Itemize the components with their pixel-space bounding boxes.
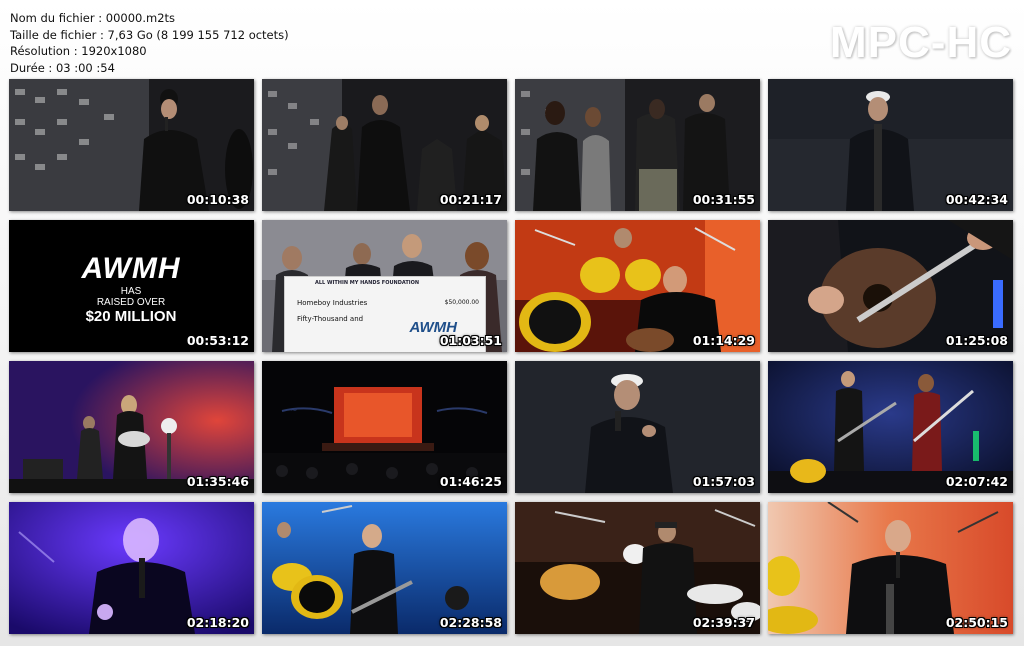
thumbnail-11[interactable]: 01:57:03 xyxy=(515,361,760,493)
awmh-line-3: $20 MILLION xyxy=(85,308,177,325)
timestamp-label: 02:28:58 xyxy=(439,615,502,630)
file-name-line: Nom du fichier : 00000.m2ts xyxy=(10,11,176,25)
svg-text:~: ~ xyxy=(290,406,298,416)
check-payee: Homeboy Industries xyxy=(297,299,368,307)
duration-line: Durée : 03 :00 :54 xyxy=(10,60,115,75)
check-amount-words: Fifty-Thousand and xyxy=(297,315,364,323)
thumbnail-16[interactable]: 02:50:15 xyxy=(768,502,1013,634)
awmh-line-2: RAISED OVER xyxy=(96,297,166,308)
mpc-hc-logo: MPC-HC xyxy=(830,18,1012,67)
file-size-line: Taille de fichier : 7,63 Go (8 199 155 7… xyxy=(10,27,289,42)
thumbnail-3[interactable]: 00:31:55 xyxy=(515,79,760,211)
thumbnail-9[interactable]: 01:35:46 xyxy=(9,361,254,493)
file-info-panel: Nom du fichier : 00000.m2ts Taille de fi… xyxy=(10,10,289,76)
thumbnail-4[interactable]: 00:42:34 xyxy=(768,79,1013,211)
timestamp-label: 01:03:51 xyxy=(439,333,502,348)
timestamp-label: 00:10:38 xyxy=(186,192,249,207)
thumbnail-6[interactable]: ALL WITHIN MY HANDS FOUNDATION Homeboy I… xyxy=(262,220,507,352)
timestamp-label: 00:53:12 xyxy=(186,333,249,348)
thumbnail-14[interactable]: 02:28:58 xyxy=(262,502,507,634)
thumbnail-1[interactable]: 00:10:38 xyxy=(9,79,254,211)
timestamp-label: 02:07:42 xyxy=(945,474,1008,489)
timestamp-label: 02:39:37 xyxy=(692,615,755,630)
timestamp-label: 00:31:55 xyxy=(692,192,755,207)
thumbnail-grid: 00:10:38 00:21:17 00:31:55 00:42:34 AWMH… xyxy=(9,79,1015,634)
timestamp-label: 01:46:25 xyxy=(439,474,502,489)
timestamp-label: 01:35:46 xyxy=(186,474,249,489)
thumbnail-5[interactable]: AWMH HAS RAISED OVER $20 MILLION 00:53:1… xyxy=(9,220,254,352)
timestamp-label: 01:14:29 xyxy=(692,333,755,348)
thumbnail-12[interactable]: 02:07:42 xyxy=(768,361,1013,493)
awmh-line-1: HAS xyxy=(120,286,142,297)
thumbnail-15[interactable]: 02:39:37 xyxy=(515,502,760,634)
timestamp-label: 01:57:03 xyxy=(692,474,755,489)
timestamp-label: 02:18:20 xyxy=(186,615,249,630)
timestamp-label: 01:25:08 xyxy=(945,333,1008,348)
thumbnail-7[interactable]: 01:14:29 xyxy=(515,220,760,352)
timestamp-label: 00:42:34 xyxy=(945,192,1008,207)
thumbnail-2[interactable]: 00:21:17 xyxy=(262,79,507,211)
thumbnail-10[interactable]: ~ 01:46:25 xyxy=(262,361,507,493)
thumbnail-13[interactable]: 02:18:20 xyxy=(9,502,254,634)
check-amount: $50,000.00 xyxy=(444,299,479,306)
check-foundation-name: ALL WITHIN MY HANDS FOUNDATION xyxy=(315,280,420,286)
thumbnail-8[interactable]: 01:25:08 xyxy=(768,220,1013,352)
timestamp-label: 00:21:17 xyxy=(439,192,502,207)
timestamp-label: 02:50:15 xyxy=(945,615,1008,630)
awmh-logo: AWMH xyxy=(81,252,181,285)
resolution-line: Résolution : 1920x1080 xyxy=(10,44,147,58)
